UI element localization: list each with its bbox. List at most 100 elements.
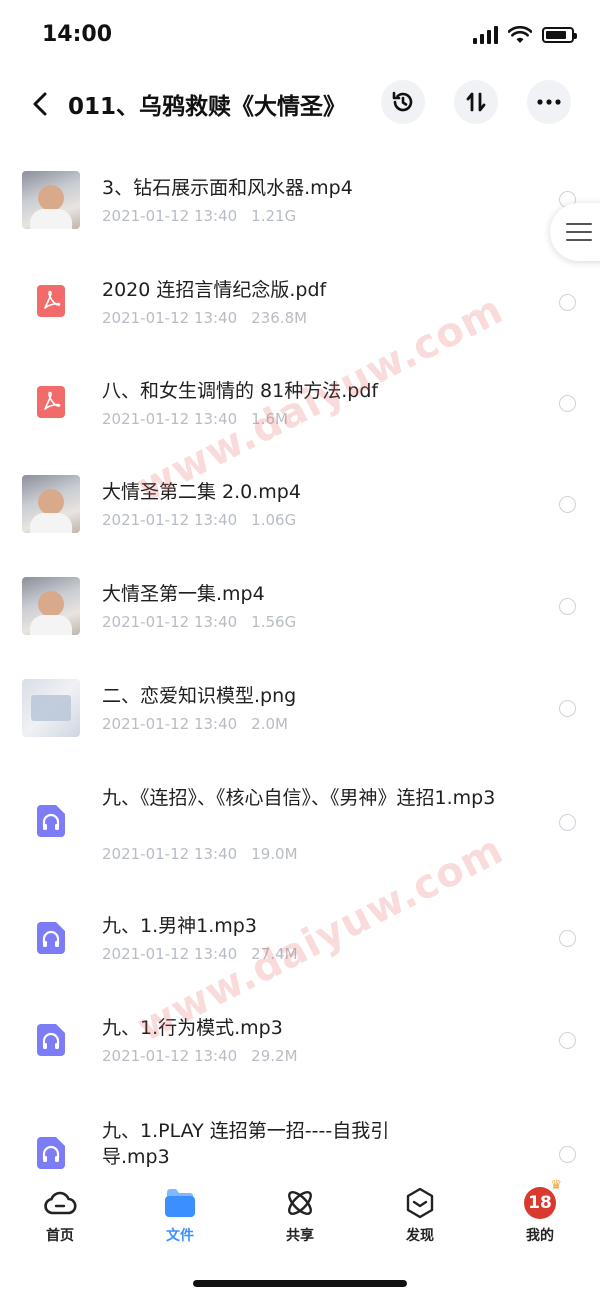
audio-file-icon	[22, 1124, 80, 1172]
file-name: 大情圣第二集 2.0.mp4	[102, 481, 301, 503]
file-date: 2021-01-12 13:40	[102, 410, 238, 428]
file-row[interactable]: 九、1.男神1.mp3 2021-01-12 13:40 27.4M	[0, 908, 600, 978]
more-button[interactable]	[527, 80, 571, 124]
pdf-file-icon	[22, 272, 80, 330]
tab-files[interactable]: 文件	[120, 1186, 240, 1246]
folder-icon	[163, 1186, 197, 1220]
file-name: 九、1.行为模式.mp3	[102, 1017, 283, 1039]
select-radio[interactable]	[559, 294, 576, 311]
file-date: 2021-01-12 13:40	[102, 1047, 238, 1065]
file-date: 2021-01-12 13:40	[102, 207, 238, 225]
sort-icon	[466, 92, 486, 112]
atom-icon	[283, 1186, 317, 1220]
file-size: 19.0M	[251, 845, 298, 863]
tab-home[interactable]: 首页	[0, 1186, 120, 1246]
tab-share[interactable]: 共享	[240, 1186, 360, 1246]
file-date: 2021-01-12 13:40	[102, 511, 238, 529]
tab-label: 我的	[526, 1228, 554, 1244]
file-name: 二、恋爱知识模型.png	[102, 685, 297, 707]
file-meta: 2021-01-12 13:40 236.8M	[102, 309, 307, 327]
audio-file-icon	[22, 909, 80, 967]
chevron-left-icon	[33, 92, 47, 116]
more-icon	[537, 99, 561, 105]
select-radio[interactable]	[559, 598, 576, 615]
select-radio[interactable]	[559, 930, 576, 947]
file-name: 八、和女生调情的 81种方法.pdf	[102, 380, 379, 402]
video-thumbnail	[22, 475, 80, 533]
header: 011、乌鸦救赎《大情圣》	[0, 70, 600, 140]
file-meta: 2021-01-12 13:40 29.2M	[102, 1047, 298, 1065]
file-list: 3、钻石展示面和风水器.mp4 2021-01-12 13:40 1.21G 20…	[0, 140, 600, 1172]
file-size: 2.0M	[251, 715, 288, 733]
file-name: 2020 连招言情纪念版.pdf	[102, 279, 327, 301]
file-row[interactable]: 3、钻石展示面和风水器.mp4 2021-01-12 13:40 1.21G	[0, 170, 600, 240]
avatar-wrap: 18 ♛	[523, 1178, 562, 1220]
select-radio[interactable]	[559, 700, 576, 717]
file-date: 2021-01-12 13:40	[102, 945, 238, 963]
tab-label: 文件	[166, 1228, 194, 1244]
tab-discover[interactable]: 发现	[360, 1186, 480, 1246]
video-thumbnail	[22, 577, 80, 635]
file-size: 27.4M	[251, 945, 298, 963]
file-size: 1.6M	[251, 410, 288, 428]
file-date: 2021-01-12 13:40	[102, 715, 238, 733]
tab-label: 共享	[286, 1228, 314, 1244]
file-row[interactable]: 九、1.PLAY 连招第一招----自我引导.mp3	[0, 1116, 600, 1172]
avatar: 18 ♛	[524, 1178, 562, 1219]
file-meta: 2021-01-12 13:40 19.0M	[102, 845, 298, 863]
drawer-tab[interactable]	[550, 203, 600, 261]
history-icon	[392, 91, 413, 112]
file-meta: 2021-01-12 13:40 1.56G	[102, 613, 296, 631]
file-date: 2021-01-12 13:40	[102, 613, 238, 631]
menu-icon	[566, 223, 592, 241]
file-meta: 2021-01-12 13:40 1.21G	[102, 207, 296, 225]
file-size: 1.06G	[251, 511, 297, 529]
file-date: 2021-01-12 13:40	[102, 845, 238, 863]
signal-icon	[473, 26, 498, 44]
avatar-text: 18	[528, 1193, 552, 1213]
file-name: 大情圣第一集.mp4	[102, 583, 265, 605]
select-radio[interactable]	[559, 496, 576, 513]
compass-icon	[403, 1186, 437, 1220]
status-bar: 14:00	[0, 0, 600, 70]
back-button[interactable]	[22, 86, 58, 122]
select-radio[interactable]	[559, 814, 576, 831]
video-thumbnail	[22, 171, 80, 229]
file-row[interactable]: 二、恋爱知识模型.png 2021-01-12 13:40 2.0M	[0, 678, 600, 748]
file-row[interactable]: 大情圣第二集 2.0.mp4 2021-01-12 13:40 1.06G	[0, 474, 600, 544]
pdf-file-icon	[22, 373, 80, 431]
audio-file-icon	[22, 792, 80, 850]
status-icons	[473, 26, 577, 44]
file-meta: 2021-01-12 13:40 2.0M	[102, 715, 288, 733]
file-date: 2021-01-12 13:40	[102, 309, 238, 327]
file-row[interactable]: 九、1.行为模式.mp3 2021-01-12 13:40 29.2M	[0, 1010, 600, 1080]
select-radio[interactable]	[559, 1146, 576, 1163]
wifi-icon	[508, 26, 532, 43]
history-button[interactable]	[381, 80, 425, 124]
select-radio[interactable]	[559, 395, 576, 412]
file-size: 29.2M	[251, 1047, 298, 1065]
select-radio[interactable]	[559, 1032, 576, 1049]
file-meta: 2021-01-12 13:40 1.6M	[102, 410, 288, 428]
sort-button[interactable]	[454, 80, 498, 124]
file-size: 236.8M	[251, 309, 308, 327]
file-name: 3、钻石展示面和风水器.mp4	[102, 177, 353, 199]
home-indicator	[193, 1280, 407, 1287]
file-name: 九、《连招》、《核心自信》、《男神》连招1.mp3	[102, 787, 496, 809]
file-row[interactable]: 大情圣第一集.mp4 2021-01-12 13:40 1.56G	[0, 576, 600, 646]
tab-label: 首页	[46, 1228, 74, 1244]
crown-icon: ♛	[550, 1178, 562, 1193]
file-row[interactable]: 2020 连招言情纪念版.pdf 2021-01-12 13:40 236.8M	[0, 272, 600, 342]
file-name: 九、1.男神1.mp3	[102, 915, 257, 937]
file-name: 九、1.PLAY 连招第一招----自我引导.mp3	[102, 1120, 390, 1168]
file-row[interactable]: 八、和女生调情的 81种方法.pdf 2021-01-12 13:40 1.6M	[0, 373, 600, 443]
tab-mine[interactable]: 18 ♛ 我的	[480, 1178, 600, 1246]
audio-file-icon	[22, 1011, 80, 1069]
page-title: 011、乌鸦救赎《大情圣》	[68, 94, 347, 120]
cloud-icon	[43, 1186, 77, 1220]
file-meta: 2021-01-12 13:40 27.4M	[102, 945, 298, 963]
file-size: 1.21G	[251, 207, 297, 225]
file-meta: 2021-01-12 13:40 1.06G	[102, 511, 296, 529]
file-row[interactable]: 九、《连招》、《核心自信》、《男神》连招1.mp3 2021-01-12 13:…	[0, 785, 600, 875]
tab-label: 发现	[406, 1228, 434, 1244]
